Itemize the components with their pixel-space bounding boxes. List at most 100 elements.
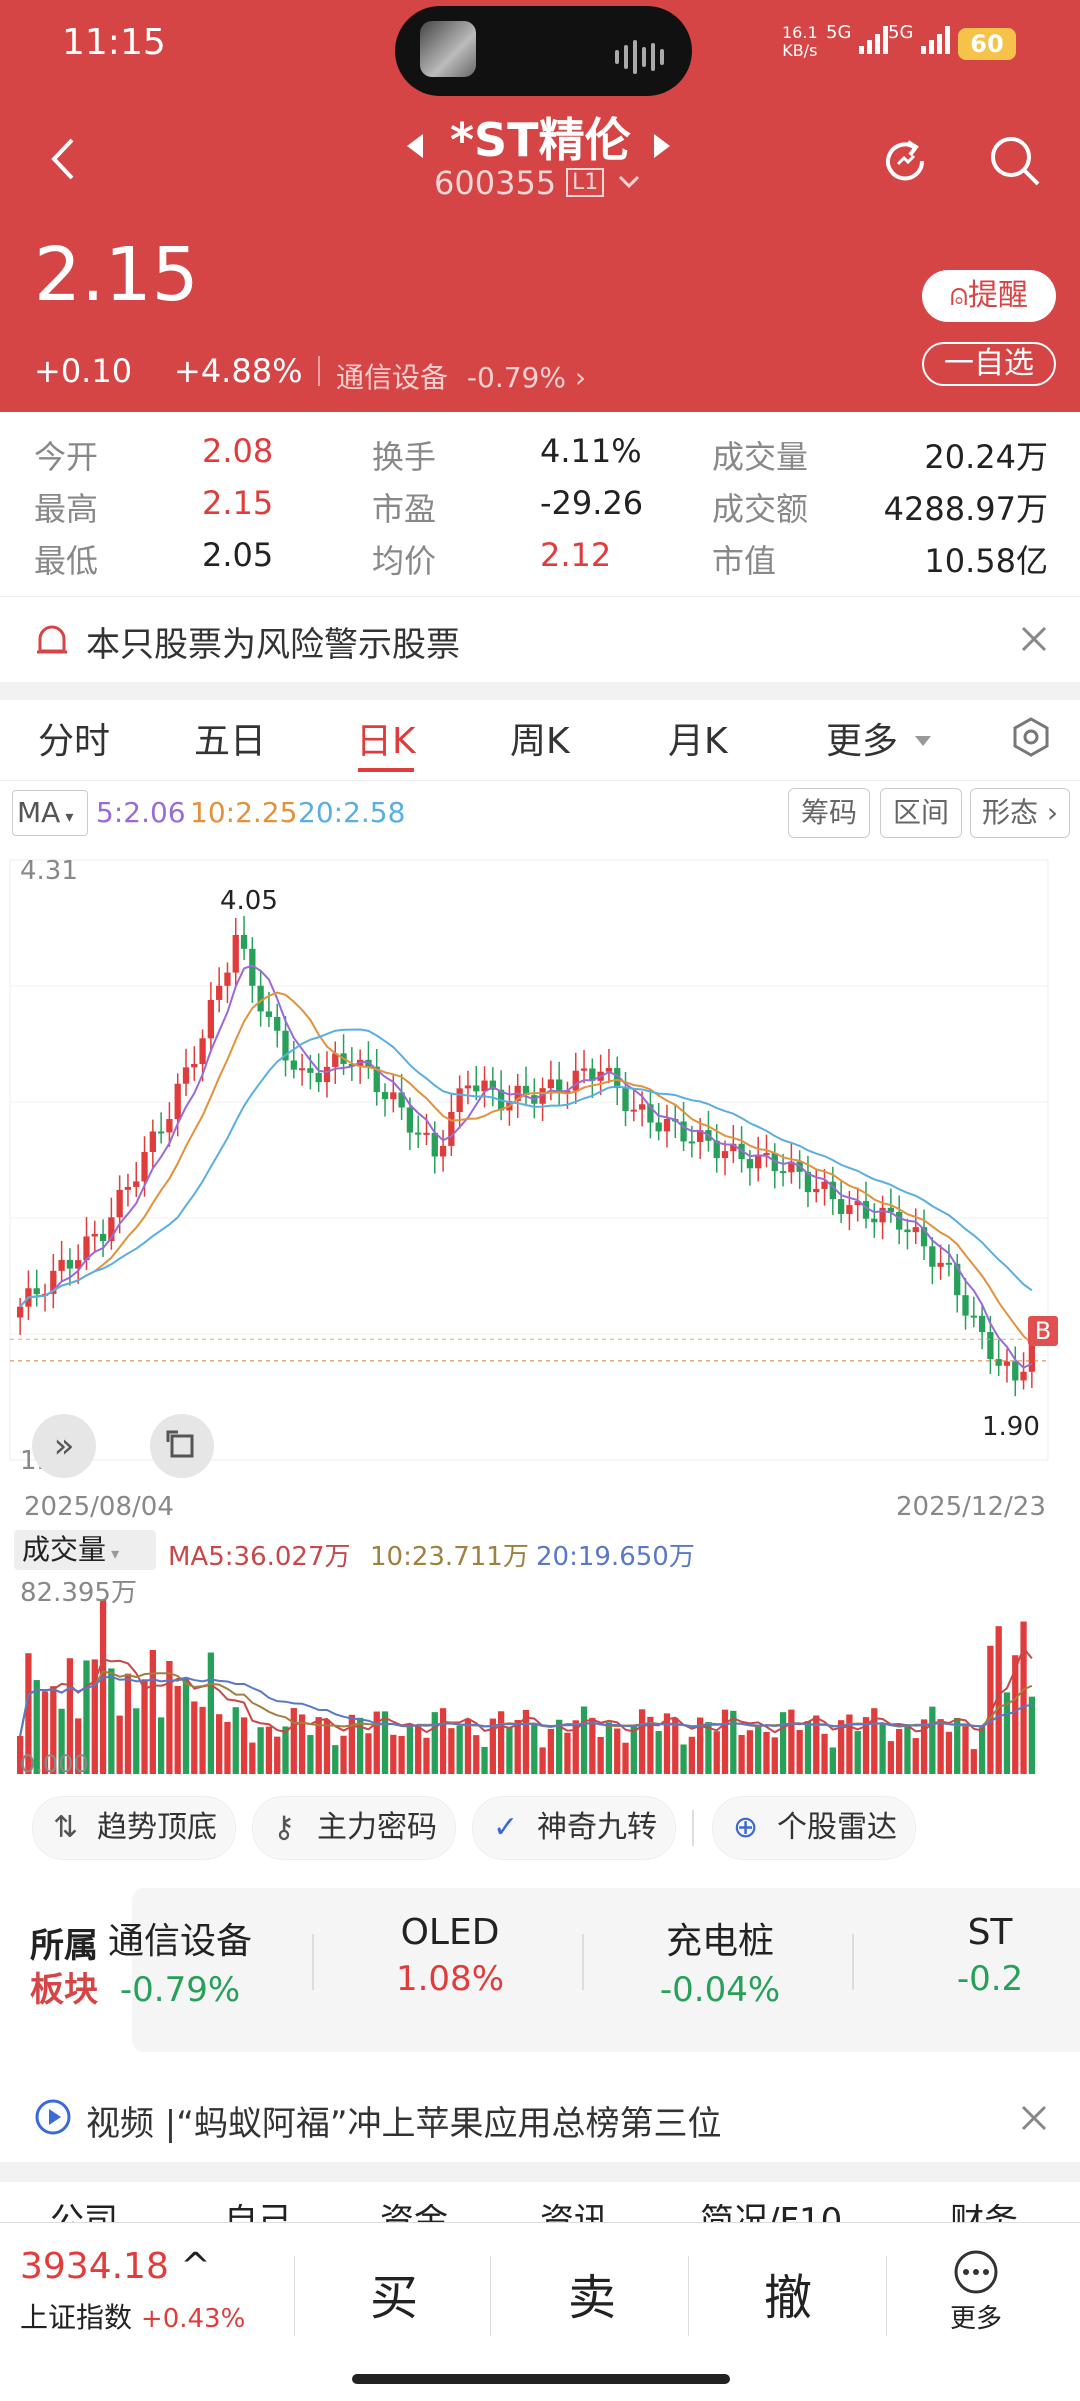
bottom-tab[interactable]: 资讯 — [540, 2204, 608, 2224]
volume-bar — [141, 1679, 148, 1774]
bottom-tab[interactable]: 公司 — [50, 2204, 118, 2224]
divider — [692, 1810, 694, 1846]
home-indicator — [352, 2374, 730, 2384]
trend-button[interactable]: ⇅ 趋势顶底 — [32, 1796, 236, 1860]
next-stock-icon[interactable] — [652, 132, 672, 164]
volume-bar — [672, 1717, 679, 1774]
candle-body — [655, 1122, 662, 1132]
dropdown-triangle-icon — [914, 732, 932, 751]
remind-button[interactable]: ⍝提醒 — [922, 270, 1056, 322]
audio-wave-icon — [615, 40, 664, 74]
volume-bar — [415, 1726, 422, 1774]
volume-bar — [539, 1747, 546, 1774]
settings-hexagon-icon[interactable] — [1010, 716, 1052, 762]
stock-code: 600355 — [434, 164, 557, 202]
volume-bar — [174, 1685, 181, 1774]
stat-value: 2.05 — [202, 536, 274, 574]
refresh-icon[interactable] — [878, 134, 932, 192]
sector-item[interactable]: 充电桩 -0.04% — [630, 1912, 810, 2010]
main-force-button[interactable]: ⚷ 主力密码 — [252, 1796, 456, 1860]
volume-select[interactable]: 成交量 ▾ — [14, 1530, 156, 1570]
stat-value: -29.26 — [540, 484, 644, 522]
sell-button[interactable]: 卖 — [568, 2258, 616, 2328]
ma-select[interactable]: MA ▾ — [12, 790, 88, 836]
sector-item[interactable]: OLED 1.08% — [360, 1912, 540, 1999]
ma10-line — [19, 991, 1033, 1345]
close-news-icon[interactable] — [1020, 2104, 1048, 2136]
cancel-order-button[interactable]: 撤 — [764, 2258, 812, 2328]
candle-body — [265, 1011, 273, 1017]
volume-bar — [448, 1728, 455, 1774]
media-artwork — [420, 21, 476, 77]
signal-icon-2: 5G — [888, 22, 957, 56]
bottom-tab[interactable]: 资金 — [380, 2204, 448, 2224]
candle-body — [1012, 1361, 1019, 1381]
buy-button[interactable]: 买 — [370, 2258, 418, 2328]
bottom-tab[interactable]: 财务 — [950, 2204, 1018, 2224]
stat-value: 4288.97万 — [883, 490, 1048, 528]
sector-name: OLED — [400, 1912, 500, 1953]
stat-label: 今开 — [34, 438, 99, 476]
dynamic-island[interactable] — [395, 6, 692, 96]
index-value[interactable]: 3934.18 ^ — [20, 2246, 211, 2287]
ma5-line — [19, 964, 1033, 1369]
stat-value: 2.15 — [202, 484, 274, 522]
candle-body — [995, 1359, 1002, 1366]
volume-bar — [663, 1713, 671, 1774]
active-tab-underline — [358, 768, 414, 772]
tab-2[interactable]: 日K — [356, 712, 416, 764]
sector-item[interactable]: ST -0.2 — [900, 1912, 1080, 1999]
candle-body — [240, 934, 248, 949]
fullscreen-icon[interactable] — [150, 1414, 214, 1478]
more-button[interactable]: 更多 — [950, 2250, 1002, 2335]
shape-button[interactable]: 形态 › — [970, 788, 1070, 838]
candle-body — [166, 1119, 173, 1133]
key-icon: ⚷ — [273, 1810, 295, 1845]
volume-bar — [348, 1714, 355, 1774]
remind-label: 提醒 — [968, 278, 1028, 313]
volume-bar — [1020, 1621, 1027, 1774]
bottom-tab[interactable]: 自己 — [224, 2204, 292, 2224]
tab-3[interactable]: 周K — [510, 712, 570, 764]
tab-1[interactable]: 五日 — [194, 712, 266, 764]
industry-link[interactable]: 通信设备 -0.79% › — [336, 356, 586, 396]
chip-button[interactable]: 筹码 — [788, 788, 870, 838]
close-icon[interactable] — [1020, 625, 1048, 657]
sector-name: 通信设备 — [107, 1921, 252, 1962]
prev-stock-icon[interactable] — [405, 132, 425, 164]
candle-body — [937, 1262, 944, 1267]
volume-bar — [547, 1728, 555, 1774]
radar-button[interactable]: ⊕ 个股雷达 — [712, 1796, 916, 1860]
tab-4[interactable]: 月K — [668, 712, 728, 764]
sector-item[interactable]: 通信设备 -0.79% — [90, 1912, 270, 2010]
volume-bar — [464, 1718, 472, 1774]
stat-value: 4.11% — [540, 432, 642, 470]
volume-bar — [290, 1708, 297, 1774]
magic-nine-button[interactable]: ✓ 神奇九转 — [472, 1796, 676, 1860]
volume-bar — [274, 1736, 281, 1774]
candle-body — [157, 1131, 165, 1134]
news-bar[interactable]: 视频 |“蚂蚁阿福”冲上苹果应用总榜第三位 — [0, 2078, 1080, 2158]
candle-body — [821, 1181, 828, 1189]
volume-bar — [182, 1677, 190, 1774]
volume-chart[interactable] — [0, 1580, 1080, 1780]
volume-bar — [945, 1731, 953, 1774]
watchlist-button[interactable]: 一自选 — [922, 342, 1056, 386]
radar-icon: ⊕ — [733, 1810, 759, 1845]
risk-warning-bar[interactable]: 本只股票为风险警示股票 — [0, 596, 1080, 683]
sector-name: ST — [967, 1912, 1013, 1953]
back-icon[interactable] — [46, 134, 80, 188]
chevron-down-icon[interactable] — [618, 174, 640, 194]
candle-body — [199, 1038, 206, 1064]
expand-icon[interactable]: » — [32, 1414, 96, 1478]
search-icon[interactable] — [988, 134, 1042, 192]
volume-bar — [323, 1719, 331, 1774]
volume-bar — [108, 1668, 115, 1774]
tab-0[interactable]: 分时 — [38, 712, 110, 764]
candle-body — [91, 1233, 98, 1237]
volume-bar — [191, 1701, 198, 1774]
tab-5[interactable]: 更多 — [826, 712, 898, 764]
range-button[interactable]: 区间 — [880, 788, 962, 838]
volume-bar — [638, 1709, 646, 1774]
bottom-tab[interactable]: 简况/F10 — [700, 2204, 842, 2224]
